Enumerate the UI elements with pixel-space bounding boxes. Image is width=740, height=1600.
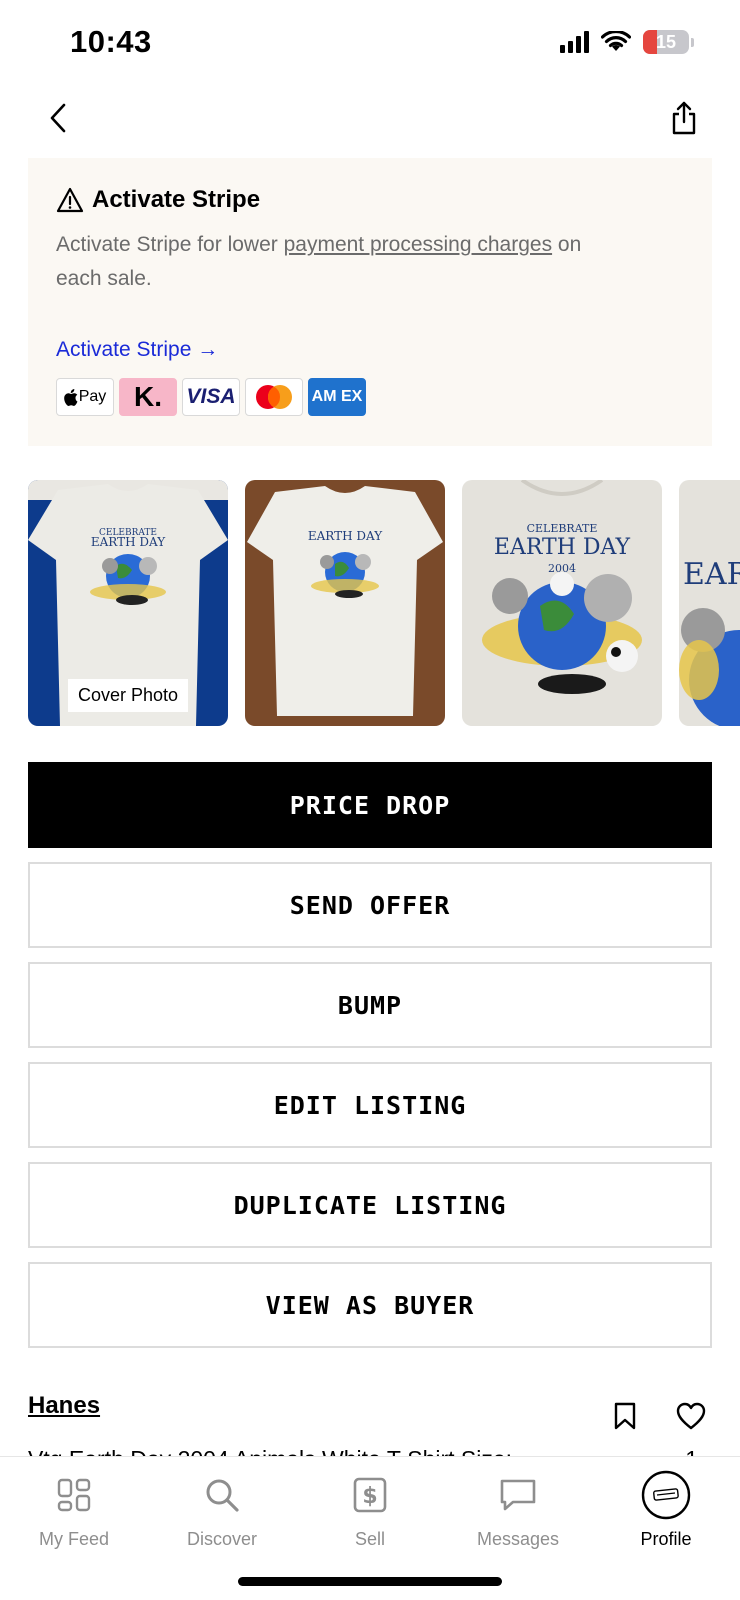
brand-link[interactable]: Hanes xyxy=(28,1392,712,1420)
listing-photo-3[interactable]: CELEBRATE EARTH DAY 2004 xyxy=(462,480,662,726)
signal-icon xyxy=(560,31,589,53)
send-offer-button[interactable]: SEND OFFER xyxy=(28,862,712,948)
mastercard-icon xyxy=(256,385,292,409)
share-button[interactable] xyxy=(664,96,704,140)
shirt-text-1: CELEBRATE xyxy=(527,522,598,535)
battery-icon: 15 xyxy=(643,30,694,54)
search-icon xyxy=(196,1471,248,1519)
bookmark-icon xyxy=(614,1402,636,1430)
tshirt-photo-image: EARTH DAY xyxy=(245,480,445,726)
tab-label: Sell xyxy=(354,1529,385,1549)
listing-photo-2[interactable]: EARTH DAY xyxy=(245,480,445,726)
like-button[interactable] xyxy=(676,1402,706,1435)
tshirt-closeup-image: EARTH DAY xyxy=(679,480,740,726)
shirt-text-2: EARTH DAY xyxy=(91,535,166,549)
heart-icon xyxy=(676,1402,706,1430)
tab-label: Messages xyxy=(476,1529,560,1549)
feed-icon xyxy=(48,1471,100,1519)
status-bar: 10:43 15 xyxy=(0,0,740,84)
back-button[interactable] xyxy=(38,96,78,140)
stripe-description-prefix: Activate Stripe for lower xyxy=(56,233,284,256)
wifi-icon xyxy=(601,31,631,51)
listing-photo-1[interactable]: CELEBRATE EARTH DAY Cover Photo xyxy=(28,480,228,726)
chevron-left-icon xyxy=(50,103,66,133)
share-icon xyxy=(672,101,696,135)
apple-pay-badge: Pay xyxy=(56,378,114,416)
tab-label: My Feed xyxy=(38,1529,110,1549)
apple-pay-label: Pay xyxy=(78,388,107,405)
payment-methods: Pay K. VISA AM EX xyxy=(56,378,684,416)
tab-profile[interactable]: Profile xyxy=(592,1470,740,1550)
tab-messages[interactable]: Messages xyxy=(444,1471,592,1550)
klarna-badge: K. xyxy=(119,378,177,416)
tab-label: Discover xyxy=(186,1529,257,1549)
view-as-buyer-button[interactable]: VIEW AS BUYER xyxy=(28,1262,712,1348)
top-nav xyxy=(0,90,740,146)
stripe-title-row: Activate Stripe xyxy=(56,186,684,214)
listing-info: Hanes Vtg Earth Day 2004 Animals White T… xyxy=(28,1392,712,1466)
svg-text:$: $ xyxy=(362,1484,377,1509)
shirt-text-2: EARTH DAY xyxy=(308,529,383,543)
shirt-text-2: EARTH DAY xyxy=(494,535,631,560)
bump-button[interactable]: BUMP xyxy=(28,962,712,1048)
listing-actions: PRICE DROP SEND OFFER BUMP EDIT LISTING … xyxy=(28,762,712,1362)
status-icons: 15 xyxy=(560,30,694,54)
tab-bar: My Feed Discover $ Sell Messages Profile xyxy=(0,1456,740,1600)
dollar-icon: $ xyxy=(344,1471,396,1519)
tab-discover[interactable]: Discover xyxy=(148,1471,296,1550)
tab-label: Profile xyxy=(640,1529,692,1549)
stripe-title: Activate Stripe xyxy=(92,186,261,213)
apple-icon xyxy=(63,388,78,406)
tab-my-feed[interactable]: My Feed xyxy=(0,1471,148,1550)
edit-listing-button[interactable]: EDIT LISTING xyxy=(28,1062,712,1148)
battery-level: 15 xyxy=(655,31,677,52)
activate-stripe-link[interactable]: Activate Stripe → xyxy=(56,338,218,362)
shirt-text-2: EARTH DAY xyxy=(683,557,740,592)
amex-badge: AM EX xyxy=(308,378,366,416)
visa-badge: VISA xyxy=(182,378,240,416)
stripe-banner: Activate Stripe Activate Stripe for lowe… xyxy=(28,158,712,446)
tshirt-closeup-image: CELEBRATE EARTH DAY 2004 xyxy=(462,480,662,726)
listing-photo-4[interactable]: EARTH DAY xyxy=(679,480,740,726)
mastercard-badge xyxy=(245,378,303,416)
photo-carousel[interactable]: CELEBRATE EARTH DAY Cover Photo EARTH DA… xyxy=(0,480,740,728)
home-indicator[interactable] xyxy=(238,1577,502,1586)
warning-icon xyxy=(56,187,84,213)
cover-photo-label: Cover Photo xyxy=(68,679,189,712)
stripe-description: Activate Stripe for lower payment proces… xyxy=(56,228,616,296)
avatar-icon xyxy=(640,1470,692,1520)
status-time: 10:43 xyxy=(70,24,152,59)
message-icon xyxy=(492,1471,544,1519)
tab-sell[interactable]: $ Sell xyxy=(296,1471,444,1550)
save-button[interactable] xyxy=(614,1402,636,1435)
price-drop-button[interactable]: PRICE DROP xyxy=(28,762,712,848)
payment-charges-link[interactable]: payment processing charges xyxy=(284,233,552,256)
duplicate-listing-button[interactable]: DUPLICATE LISTING xyxy=(28,1162,712,1248)
